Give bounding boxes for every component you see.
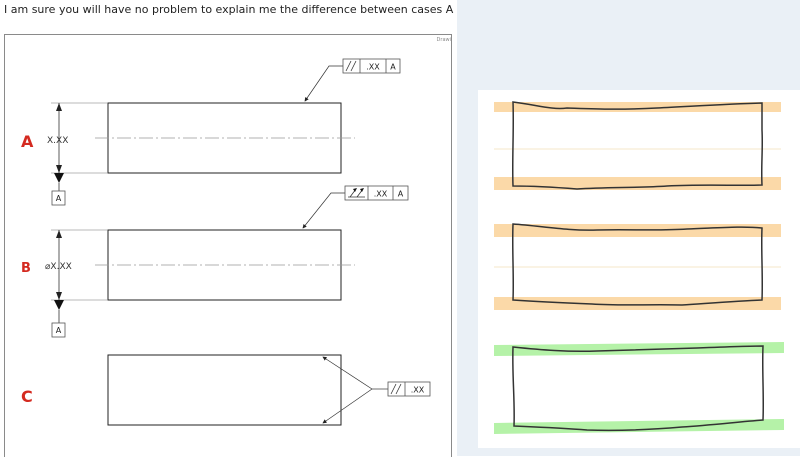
tolerance-zone-illustration bbox=[478, 90, 800, 448]
case-a-datum-triangle bbox=[54, 173, 64, 183]
case-b-datum-triangle bbox=[54, 300, 64, 310]
case-a: A X.XX A .XX A bbox=[21, 58, 401, 206]
case-a-fcf-datum: A bbox=[390, 63, 396, 72]
case-b-fcf-datum: A bbox=[398, 190, 404, 199]
case-b-leader bbox=[302, 192, 345, 229]
case-b-datum-label: A bbox=[56, 326, 62, 335]
gdt-drawing: A X.XX A .XX A B ⌀X.XX A .XX A C .XX bbox=[21, 58, 431, 426]
case-b: B ⌀X.XX A .XX A bbox=[21, 185, 409, 338]
case-c-fcf-value: .XX bbox=[411, 386, 425, 395]
case-a-feature-control-frame: .XX A bbox=[342, 58, 401, 74]
case-c-part bbox=[107, 354, 342, 426]
case-c-leader-top bbox=[322, 356, 373, 390]
frame-tag: Drawi bbox=[436, 37, 451, 43]
case-c-feature-control-frame: .XX bbox=[387, 381, 431, 397]
drawing-frame: Drawi A X.XX A .XX A B ⌀X.XX A .XX A C .… bbox=[4, 34, 452, 457]
case-c: C .XX bbox=[21, 354, 431, 426]
case-b-fcf-value: .XX bbox=[374, 190, 388, 199]
case-b-dimension: ⌀X.XX bbox=[45, 262, 72, 272]
illustration-case-b bbox=[494, 223, 781, 310]
case-a-dimension: X.XX bbox=[47, 136, 68, 146]
tolerance-zone-bottom bbox=[494, 297, 781, 310]
case-b-feature-control-frame: .XX A bbox=[344, 185, 409, 201]
case-c-leader-bottom bbox=[322, 388, 373, 424]
case-a-letter: A bbox=[21, 132, 34, 151]
case-a-leader bbox=[304, 65, 343, 102]
case-a-datum-label: A bbox=[56, 194, 62, 203]
tolerance-zone-bottom bbox=[494, 177, 781, 190]
case-b-letter: B bbox=[21, 261, 31, 276]
case-a-fcf-value: .XX bbox=[366, 63, 380, 72]
case-c-letter: C bbox=[21, 387, 33, 406]
question-text: I am sure you will have no problem to ex… bbox=[4, 3, 493, 16]
right-pane bbox=[457, 0, 800, 456]
illustration-canvas bbox=[478, 90, 800, 448]
